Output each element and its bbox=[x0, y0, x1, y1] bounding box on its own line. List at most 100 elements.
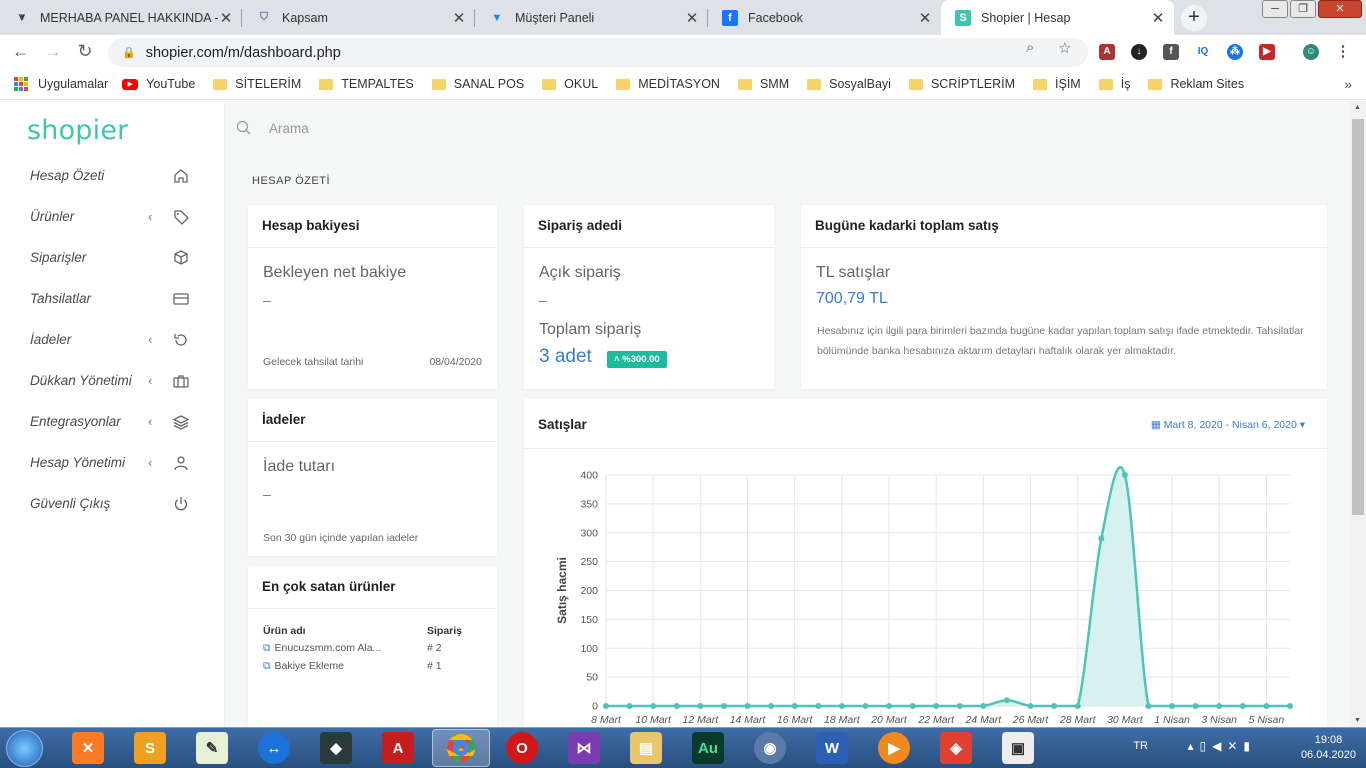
app-window-icon[interactable]: ▣ bbox=[1002, 732, 1034, 764]
language-indicator[interactable]: TR bbox=[1133, 740, 1148, 752]
bookmark-folder[interactable]: İŞİM bbox=[1033, 77, 1081, 91]
more-bookmarks-icon[interactable]: » bbox=[1344, 76, 1352, 92]
sidebar-item-tahsilatlar[interactable]: Tahsilatlar bbox=[30, 291, 195, 311]
menu-kebab-icon[interactable]: ⋮ bbox=[1335, 44, 1351, 60]
chevron-left-icon: ‹ bbox=[148, 455, 153, 470]
tab-shopier-hesap[interactable]: S Shopier | Hesap ✕ bbox=[941, 0, 1174, 35]
tab-kapsam[interactable]: ⛉ Kapsam ✕ bbox=[242, 0, 475, 35]
sidebar-item-siparisler[interactable]: Siparişler bbox=[30, 250, 195, 270]
column-header-product: Ürün adı bbox=[263, 625, 306, 637]
close-window-button[interactable]: ✕ bbox=[1318, 0, 1362, 18]
sidebar-item-hesap-ozeti[interactable]: Hesap Özeti bbox=[30, 168, 195, 188]
bookmark-folder[interactable]: SİTELERİM bbox=[213, 77, 301, 91]
bookmark-folder[interactable]: MEDİTASYON bbox=[616, 77, 720, 91]
sidebar-item-entegrasyonlar[interactable]: Entegrasyonlar ‹ bbox=[30, 414, 195, 434]
opera-icon[interactable]: O bbox=[506, 732, 538, 764]
bookmark-folder[interactable]: TEMPALTES bbox=[319, 77, 414, 91]
forward-button[interactable]: → bbox=[42, 41, 64, 62]
new-tab-button[interactable]: + bbox=[1181, 5, 1207, 31]
x-tick-label: 28 Mart bbox=[1059, 714, 1097, 726]
bookmark-folder[interactable]: Reklam Sites bbox=[1148, 77, 1244, 91]
close-tab-icon[interactable]: ✕ bbox=[684, 9, 700, 27]
minimize-button[interactable]: ─ bbox=[1262, 0, 1288, 18]
sublime-text-icon[interactable]: S bbox=[134, 732, 166, 764]
media-player-icon[interactable]: ◉ bbox=[754, 732, 786, 764]
y-tick-label: 50 bbox=[586, 672, 598, 684]
acrobat-icon[interactable]: A bbox=[382, 732, 414, 764]
browser-tab-bar: ⩔ MERHABA PANEL HAKKINDA - İ ✕ ⛉ Kapsam … bbox=[0, 0, 1366, 35]
tab-facebook[interactable]: f Facebook ✕ bbox=[708, 0, 941, 35]
scroll-down-icon[interactable]: ▼ bbox=[1354, 717, 1361, 724]
window-controls: ─ ❐ ✕ bbox=[1262, 0, 1362, 18]
bookmark-apps[interactable]: Uygulamalar bbox=[14, 77, 108, 91]
bookmarks-bar: Uygulamalar ▶ YouTube SİTELERİM TEMPALTES… bbox=[0, 69, 1366, 100]
folder-icon bbox=[1098, 78, 1113, 90]
maximize-button[interactable]: ❐ bbox=[1290, 0, 1316, 18]
word-icon[interactable]: W bbox=[816, 732, 848, 764]
sidebar-item-hesap-yonetimi[interactable]: Hesap Yönetimi ‹ bbox=[30, 455, 195, 475]
x-tick-label: 30 Mart bbox=[1107, 714, 1144, 726]
profile-avatar[interactable]: ☺ bbox=[1303, 44, 1319, 60]
bookmark-folder[interactable]: OKUL bbox=[542, 77, 598, 91]
data-point bbox=[1192, 703, 1199, 709]
xampp-icon[interactable]: ✕ bbox=[72, 732, 104, 764]
scrollbar-thumb[interactable] bbox=[1352, 119, 1364, 515]
bookmark-folder[interactable]: SMM bbox=[737, 77, 789, 91]
download-extension-icon[interactable]: ↓ bbox=[1131, 44, 1147, 60]
bookmark-star-icon[interactable]: ☆ bbox=[1058, 39, 1071, 57]
x-tick-label: 22 Mart bbox=[917, 714, 955, 726]
chevron-left-icon: ‹ bbox=[148, 332, 153, 347]
visual-studio-icon[interactable]: ⋈ bbox=[568, 732, 600, 764]
bookmark-folder[interactable]: SANAL POS bbox=[431, 77, 524, 91]
series-area bbox=[606, 467, 1290, 706]
system-tray-icons[interactable]: ▴▯◀✕▮ bbox=[1187, 739, 1256, 753]
start-button[interactable] bbox=[6, 730, 43, 767]
table-row-product-name[interactable]: ⧉ Bakiye Ekleme bbox=[263, 660, 344, 673]
explorer-icon[interactable]: ▤ bbox=[630, 732, 662, 764]
close-tab-icon[interactable]: ✕ bbox=[1150, 9, 1166, 27]
f-extension-icon[interactable]: f bbox=[1163, 44, 1179, 60]
bookmark-folder[interactable]: SosyalBayi bbox=[807, 77, 891, 91]
teamviewer-icon[interactable]: ↔ bbox=[258, 732, 290, 764]
y-tick-label: 0 bbox=[592, 701, 598, 713]
bookmark-folder[interactable]: SCRİPTLERİM bbox=[908, 77, 1015, 91]
clock[interactable]: 19:08 06.04.2020 bbox=[1301, 731, 1356, 761]
bookmark-youtube[interactable]: ▶ YouTube bbox=[122, 77, 195, 91]
pdf-extension-icon[interactable]: A bbox=[1099, 44, 1115, 60]
address-bar[interactable]: 🔒 shopier.com/m/dashboard.php bbox=[108, 38, 1088, 67]
data-point bbox=[1098, 535, 1105, 542]
chrome-icon[interactable] bbox=[432, 729, 490, 767]
back-button[interactable]: ← bbox=[10, 41, 32, 62]
power-icon bbox=[174, 497, 188, 511]
sidebar-item-guvenli-cikis[interactable]: Güvenli Çıkış bbox=[30, 496, 195, 516]
page-scrollbar[interactable]: ▲ ▼ bbox=[1350, 101, 1366, 727]
search-field[interactable]: Arama bbox=[236, 120, 309, 136]
tab-merhaba-panel[interactable]: ⩔ MERHABA PANEL HAKKINDA - İ ✕ bbox=[0, 0, 242, 35]
folder-icon bbox=[542, 78, 557, 90]
sidebar-item-dukkan-yonetimi[interactable]: Dükkan Yönetimi ‹ bbox=[30, 373, 195, 393]
audition-icon[interactable]: Au bbox=[692, 732, 724, 764]
bookmark-folder[interactable]: İş bbox=[1098, 77, 1130, 91]
close-tab-icon[interactable]: ✕ bbox=[451, 9, 467, 27]
shopier-icon: S bbox=[955, 9, 971, 26]
date-range-picker[interactable]: ▦ Mart 8, 2020 - Nisan 6, 2020 ▾ bbox=[1151, 419, 1305, 431]
table-row-product-name[interactable]: ⧉ Enucuzsmm.com Ala... bbox=[263, 642, 381, 655]
media-extension-icon[interactable]: ▶ bbox=[1259, 44, 1275, 60]
filmora-icon[interactable]: ◆ bbox=[320, 732, 352, 764]
close-tab-icon[interactable]: ✕ bbox=[218, 9, 234, 27]
data-point bbox=[1145, 703, 1152, 709]
notepad-icon[interactable]: ✎ bbox=[196, 732, 228, 764]
sidebar-item-urunler[interactable]: Ürünler ‹ bbox=[30, 209, 195, 229]
shopier-logo[interactable]: shopier bbox=[27, 115, 128, 146]
reload-button[interactable]: ↻ bbox=[74, 41, 96, 62]
sidebar-item-iadeler[interactable]: İadeler ‹ bbox=[30, 332, 195, 352]
scroll-up-icon[interactable]: ▲ bbox=[1354, 104, 1361, 111]
chat-extension-icon[interactable]: ⁂ bbox=[1227, 44, 1243, 60]
tab-musteri-paneli[interactable]: ▼ Müşteri Paneli ✕ bbox=[475, 0, 708, 35]
anydesk-icon[interactable]: ◈ bbox=[940, 732, 972, 764]
data-point bbox=[673, 703, 680, 709]
iq-extension-icon[interactable]: IQ bbox=[1195, 44, 1211, 60]
zoom-icon[interactable]: ⌕ bbox=[1026, 39, 1034, 56]
close-tab-icon[interactable]: ✕ bbox=[917, 9, 933, 27]
video-player-icon[interactable]: ▶ bbox=[878, 732, 910, 764]
